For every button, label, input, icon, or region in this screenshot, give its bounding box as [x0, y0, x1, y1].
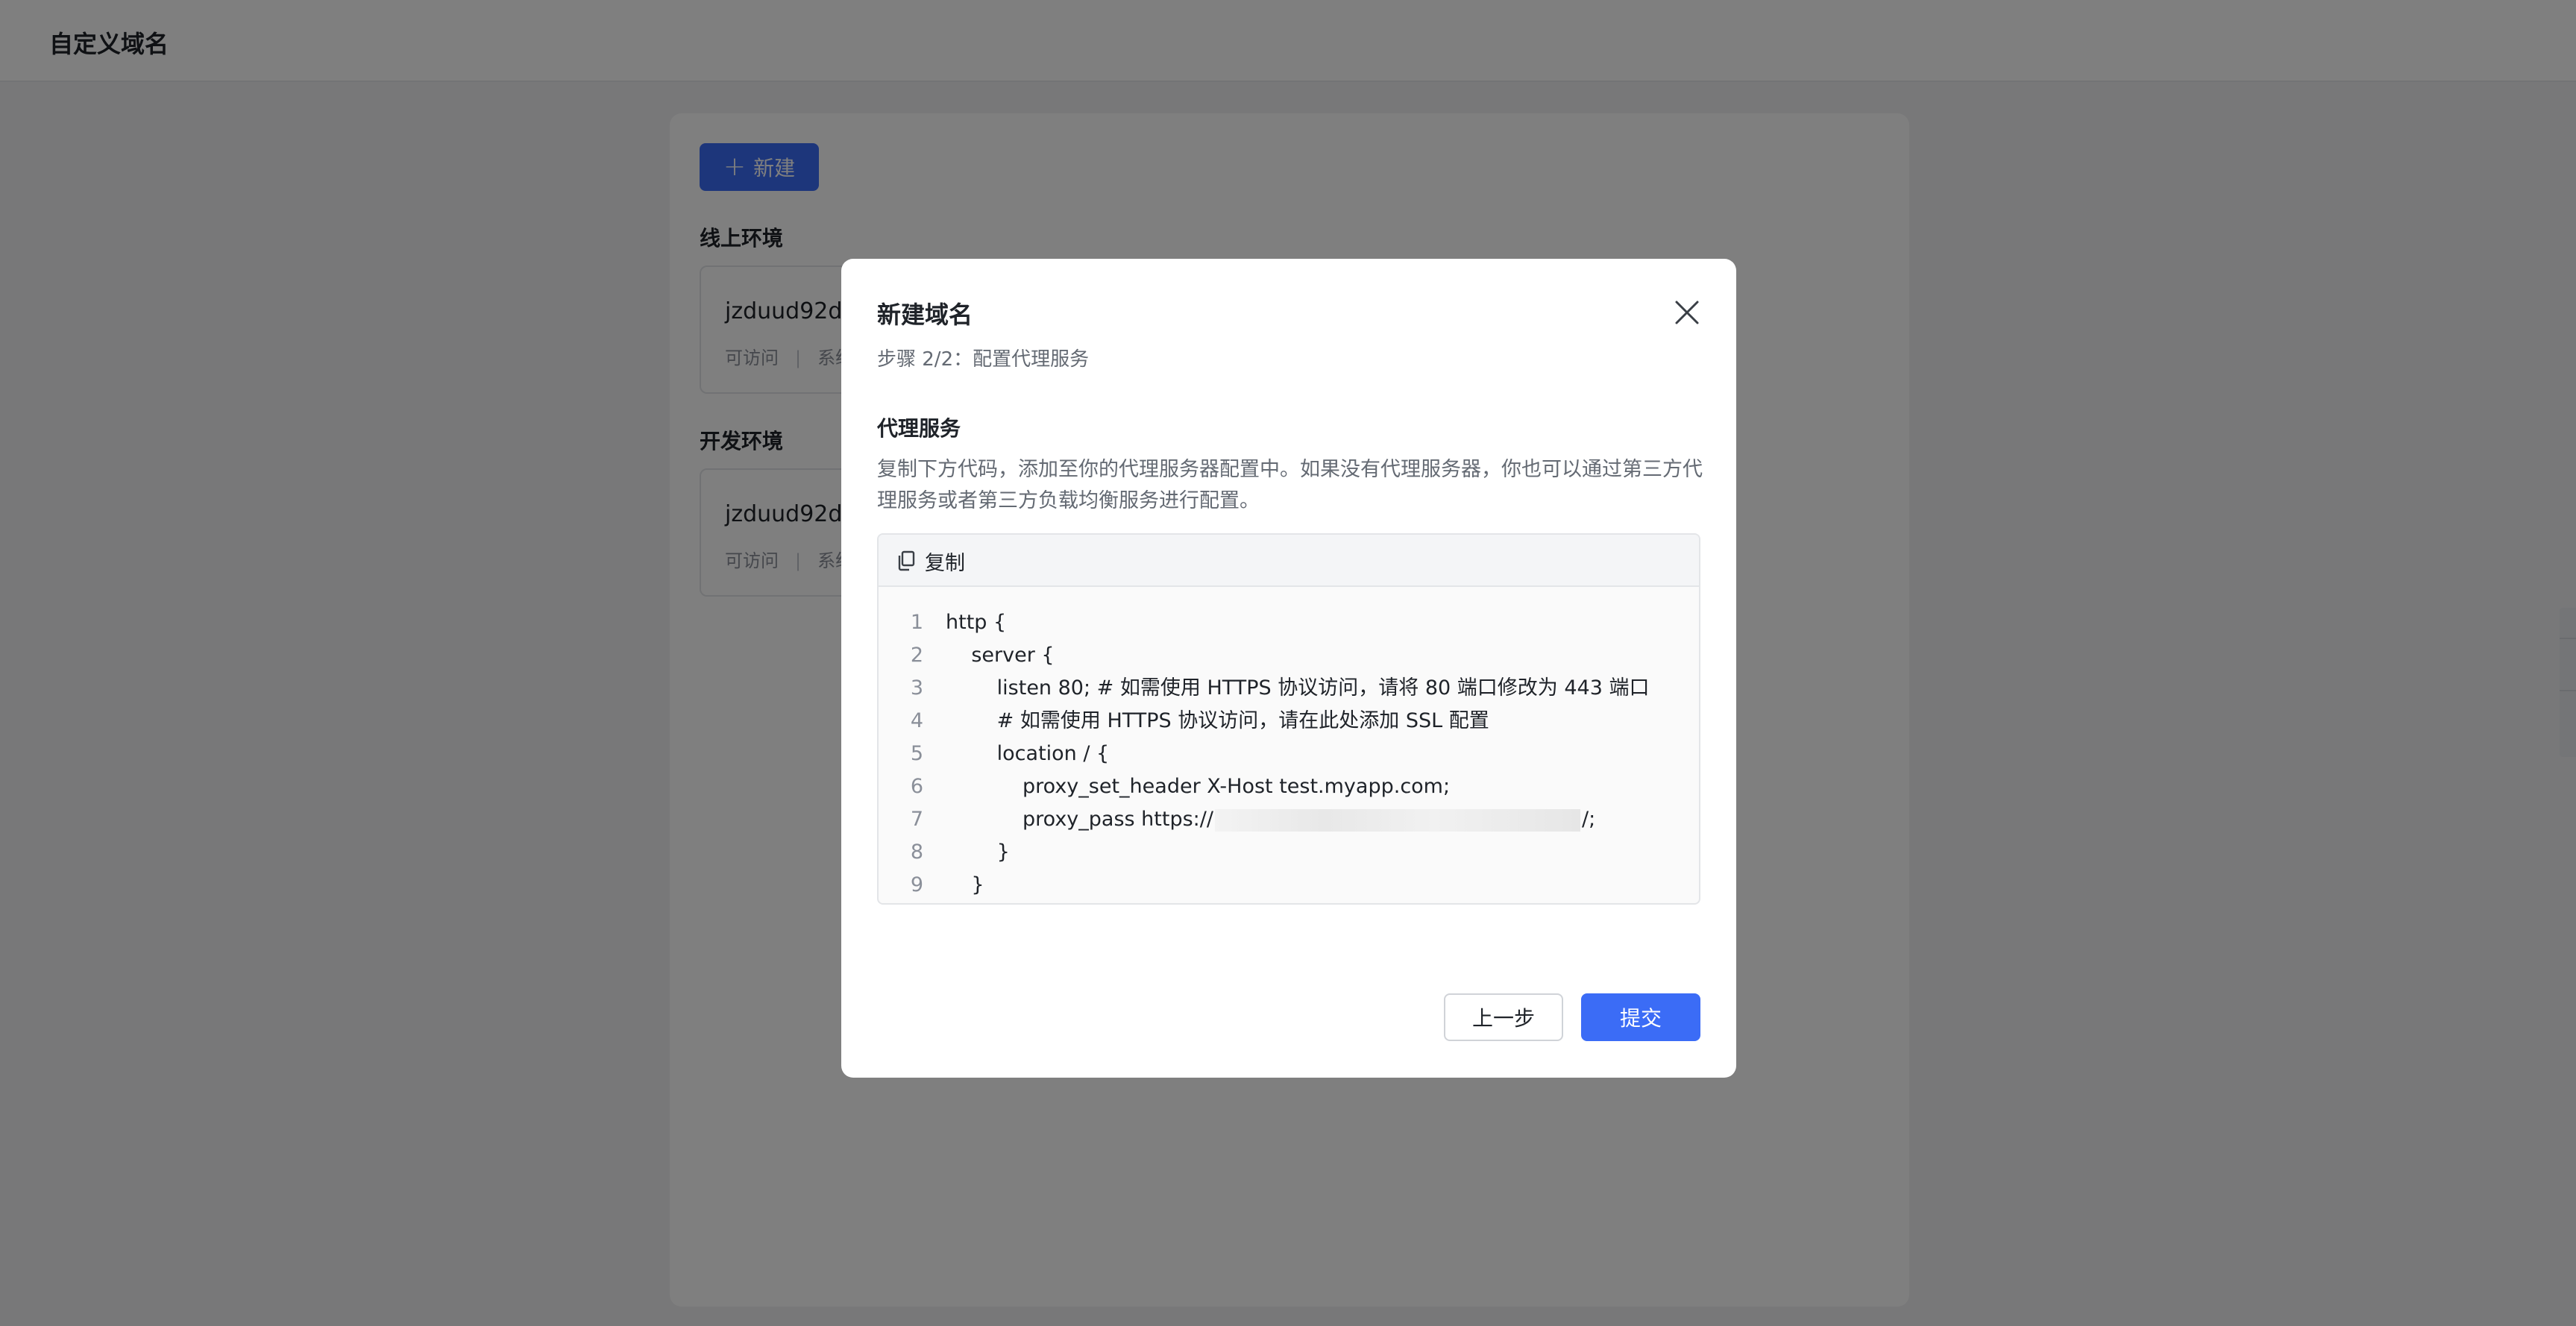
code-toolbar: 复制: [879, 535, 1699, 587]
line-number: 1: [910, 611, 923, 634]
submit-button[interactable]: 提交: [1581, 993, 1700, 1041]
modal-title: 新建域名: [877, 301, 973, 329]
redacted-url: [1214, 808, 1580, 832]
line-content: location / {: [946, 742, 1110, 765]
code-line: 8 }: [879, 836, 1699, 869]
line-content: }: [946, 873, 984, 896]
line-content: server {: [946, 644, 1055, 667]
line-number: 7: [910, 808, 923, 831]
close-button[interactable]: [1671, 296, 1703, 329]
copy-button[interactable]: 复制: [896, 548, 965, 575]
line-text: proxy_pass https://: [946, 808, 1213, 831]
line-number: 4: [910, 709, 923, 732]
prev-step-button[interactable]: 上一步: [1444, 993, 1563, 1041]
code-block: 复制 1 http {2 server {3 listen 80; # 如需使用 …: [877, 533, 1700, 905]
code-line: 4 # 如需使用 HTTPS 协议访问，请在此处添加 SSL 配置: [879, 705, 1699, 738]
code-line: 10}: [879, 902, 1699, 903]
code-line: 9 }: [879, 869, 1699, 902]
line-content: listen 80; # 如需使用 HTTPS 协议访问，请将 80 端口修改为…: [946, 676, 1650, 700]
line-content: }: [946, 902, 958, 903]
line-number: 3: [910, 676, 923, 700]
line-number: 2: [910, 644, 923, 667]
line-content: proxy_set_header X-Host test.myapp.com;: [946, 775, 1451, 798]
code-line: 3 listen 80; # 如需使用 HTTPS 协议访问，请将 80 端口修…: [879, 672, 1699, 705]
line-content: # 如需使用 HTTPS 协议访问，请在此处添加 SSL 配置: [946, 709, 1489, 732]
code-line: 6 proxy_set_header X-Host test.myapp.com…: [879, 770, 1699, 803]
line-number: 8: [910, 840, 923, 864]
new-domain-modal: 新建域名 步骤 2/2：配置代理服务 代理服务 复制下方代码，添加至你的代理服务…: [841, 259, 1736, 1078]
line-number: 6: [910, 775, 923, 798]
code-lines: 1 http {2 server {3 listen 80; # 如需使用 HTT…: [879, 606, 1699, 903]
section-title: 代理服务: [877, 416, 961, 441]
line-number: 10: [879, 902, 923, 903]
line-content: http {: [946, 611, 1007, 634]
line-suffix: /;: [1581, 808, 1596, 831]
code-line: 2 server {: [879, 639, 1699, 672]
line-number: 9: [910, 873, 923, 896]
line-content: }: [946, 840, 1010, 864]
code-line: 1 http {: [879, 606, 1699, 639]
code-line: 5 location / {: [879, 738, 1699, 770]
page: 自定义域名 + 新建 线上环境 jzduud92dj. 可访问|系统 开发环境 …: [0, 0, 2576, 1326]
code-line: 7 proxy_pass https:// /;: [879, 803, 1699, 836]
line-number: 5: [910, 742, 923, 765]
section-description: 复制下方代码，添加至你的代理服务器配置中。如果没有代理服务器，你也可以通过第三方…: [877, 458, 1703, 512]
step-indicator: 步骤 2/2：配置代理服务: [877, 348, 1090, 371]
line-content: proxy_pass https:// /;: [946, 803, 1595, 836]
close-icon: [1675, 301, 1699, 324]
copy-label: 复制: [925, 551, 965, 575]
copy-icon: [898, 550, 915, 571]
